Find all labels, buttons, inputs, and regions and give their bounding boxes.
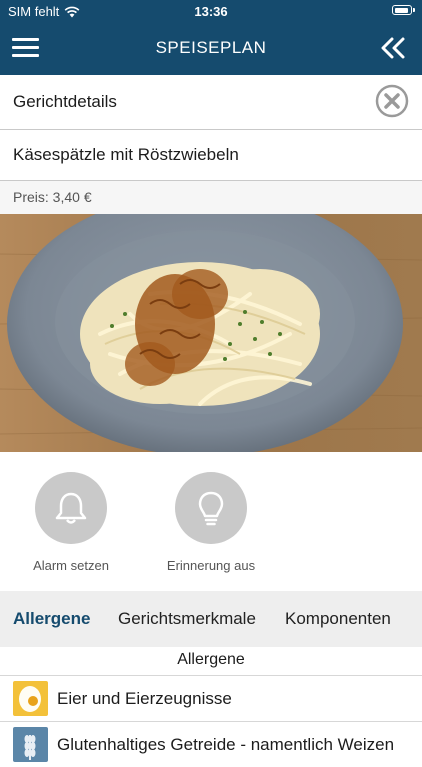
reminder-off-label: Erinnerung aus [166, 558, 256, 573]
tab-allergene[interactable]: Allergene [13, 609, 90, 629]
dish-price: Preis: 3,40 € [13, 189, 92, 205]
page-title: SPEISEPLAN [155, 38, 267, 57]
list-item: Eier und Eierzeugnisse [0, 675, 422, 721]
app-header: SIM fehlt 13:36 SPEISEPLAN [0, 0, 422, 75]
details-title: Gerichtdetails [13, 92, 117, 111]
dish-name-row: Käsespätzle mit Röstzwiebeln [0, 130, 422, 181]
allergen-section-title: Allergene [177, 651, 245, 668]
details-header-row: Gerichtdetails [0, 75, 422, 130]
lightbulb-icon [175, 472, 247, 544]
allergen-label: Glutenhaltiges Getreide - namentlich Wei… [57, 734, 395, 754]
set-alarm-button[interactable]: Alarm setzen [16, 472, 126, 573]
tab-komponenten[interactable]: Komponenten [285, 609, 391, 629]
allergen-label: Eier und Eierzeugnisse [57, 688, 232, 708]
close-icon[interactable] [375, 84, 409, 118]
set-alarm-label: Alarm setzen [33, 558, 109, 573]
price-row: Preis: 3,40 € [0, 181, 422, 214]
list-item: Glutenhaltiges Getreide - namentlich Wei… [0, 721, 422, 767]
battery-icon [392, 5, 415, 15]
double-chevron-left-icon[interactable] [380, 36, 406, 60]
bell-icon [35, 472, 107, 544]
egg-icon [13, 681, 48, 716]
reminder-off-button[interactable]: Erinnerung aus [156, 472, 266, 573]
tab-bar: Allergene Gerichtsmerkmale Komponenten [0, 591, 422, 647]
dish-photo [0, 214, 422, 452]
status-bar: SIM fehlt 13:36 [0, 0, 422, 22]
tab-gerichtsmerkmale[interactable]: Gerichtsmerkmale [118, 609, 256, 629]
wheat-icon [13, 727, 48, 762]
status-time: 13:36 [194, 4, 228, 19]
dish-name: Käsespätzle mit Röstzwiebeln [13, 145, 239, 164]
